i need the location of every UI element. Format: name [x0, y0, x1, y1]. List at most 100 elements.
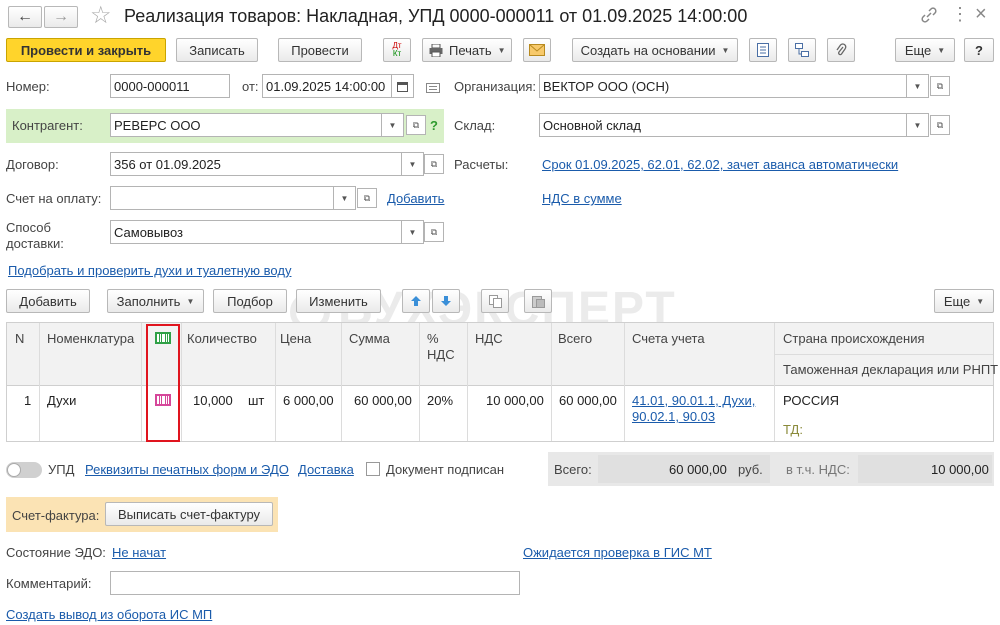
- contract-dropdown[interactable]: ▼: [402, 152, 424, 176]
- chevron-down-icon: ▼: [721, 45, 730, 55]
- signed-label: Документ подписан: [386, 462, 505, 477]
- col-header-n[interactable]: N: [15, 331, 24, 346]
- move-down-button[interactable]: [432, 289, 460, 313]
- forward-button[interactable]: →: [44, 6, 78, 28]
- move-up-button[interactable]: [402, 289, 430, 313]
- dt-kt-icon-bottom: Кт: [392, 49, 402, 58]
- contract-field[interactable]: 356 от 01.09.2025: [110, 152, 402, 176]
- row-total[interactable]: 60 000,00: [559, 393, 617, 408]
- col-header-total[interactable]: Всего: [558, 331, 592, 346]
- calendar-icon: [397, 81, 408, 92]
- col-header-country[interactable]: Страна происхождения: [783, 331, 925, 346]
- issue-invoice-button[interactable]: Выписать счет-фактуру: [105, 502, 273, 526]
- more-button[interactable]: Еще ▼: [895, 38, 955, 62]
- open-window-icon: ⧉: [936, 80, 944, 91]
- table-more-button[interactable]: Еще ▼: [934, 289, 994, 313]
- col-header-nomenclature[interactable]: Номенклатура: [47, 331, 134, 346]
- attach-button[interactable]: [827, 38, 855, 62]
- col-header-sum[interactable]: Сумма: [349, 331, 390, 346]
- link-icon[interactable]: [920, 6, 938, 24]
- counterparty-dropdown[interactable]: ▼: [382, 113, 404, 137]
- select-button[interactable]: Подбор: [213, 289, 287, 313]
- invoice-for-payment-dropdown[interactable]: ▼: [334, 186, 356, 210]
- post-button[interactable]: Провести: [278, 38, 362, 62]
- favorite-star-icon[interactable]: ☆: [90, 3, 112, 29]
- structure-button[interactable]: [788, 38, 816, 62]
- upd-label: УПД: [48, 462, 75, 477]
- row-quantity[interactable]: 10,000: [193, 393, 233, 408]
- perfume-check-link[interactable]: Подобрать и проверить духи и туалетную в…: [8, 263, 291, 278]
- delivery-method-open-button[interactable]: ⧉: [424, 222, 444, 242]
- col-header-quantity[interactable]: Количество: [187, 331, 257, 346]
- edo-state-link[interactable]: Не начат: [112, 545, 166, 560]
- col-header-accounts[interactable]: Счета учета: [632, 331, 705, 346]
- delivery-method-dropdown[interactable]: ▼: [402, 220, 424, 244]
- edo-state-label: Состояние ЭДО:: [6, 545, 106, 560]
- date-field[interactable]: 01.09.2025 14:00:00: [262, 74, 392, 98]
- row-nomenclature[interactable]: Духи: [47, 393, 76, 408]
- create-based-on-button[interactable]: Создать на основании ▼: [572, 38, 738, 62]
- contract-open-button[interactable]: ⧉: [424, 154, 444, 174]
- row-sum[interactable]: 60 000,00: [354, 393, 412, 408]
- warehouse-field[interactable]: Основной склад: [539, 113, 907, 137]
- date-label: от:: [242, 79, 259, 94]
- delivery-link[interactable]: Доставка: [298, 462, 354, 477]
- organization-open-button[interactable]: ⧉: [930, 76, 950, 96]
- create-output-link[interactable]: Создать вывод из оборота ИС МП: [6, 607, 212, 622]
- signed-checkbox[interactable]: [366, 462, 380, 476]
- counterparty-field[interactable]: РЕВЕРС ООО: [110, 113, 382, 137]
- row-accounts-link[interactable]: 41.01, 90.01.1, Духи, 90.02.1, 90.03: [632, 393, 755, 425]
- add-row-button[interactable]: Добавить: [6, 289, 90, 313]
- organization-field[interactable]: ВЕКТОР ООО (ОСН): [539, 74, 907, 98]
- counterparty-open-button[interactable]: ⧉: [406, 115, 426, 135]
- open-window-icon: ⧉: [430, 226, 438, 237]
- chevron-down-icon: ▼: [388, 120, 397, 130]
- invoice-for-payment-field[interactable]: [110, 186, 334, 210]
- counterparty-help-icon[interactable]: ?: [430, 118, 438, 133]
- fill-button[interactable]: Заполнить ▼: [107, 289, 204, 313]
- help-button[interactable]: ?: [964, 38, 994, 62]
- print-button[interactable]: Печать ▼: [422, 38, 512, 62]
- paste-rows-button[interactable]: [524, 289, 552, 313]
- vat-in-sum-link[interactable]: НДС в сумме: [542, 191, 622, 206]
- row-vat-rate[interactable]: 20%: [427, 393, 453, 408]
- comment-field[interactable]: [110, 571, 520, 595]
- col-header-price[interactable]: Цена: [280, 331, 311, 346]
- col-header-vat[interactable]: НДС: [475, 331, 503, 346]
- row-customs[interactable]: ТД:: [783, 422, 803, 437]
- back-button[interactable]: ←: [8, 6, 42, 28]
- print-forms-link[interactable]: Реквизиты печатных форм и ЭДО: [85, 462, 289, 477]
- chevron-down-icon: ▼: [408, 227, 417, 237]
- calendar-button[interactable]: [392, 74, 414, 98]
- upd-toggle[interactable]: [6, 462, 42, 478]
- warehouse-dropdown[interactable]: ▼: [907, 113, 929, 137]
- row-n: 1: [24, 393, 32, 408]
- row-unit: шт: [248, 393, 265, 408]
- settlements-link[interactable]: Срок 01.09.2025, 62.01, 62.02, зачет ава…: [542, 157, 898, 172]
- dt-kt-button[interactable]: Дт Кт: [383, 38, 411, 62]
- row-vat[interactable]: 10 000,00: [486, 393, 544, 408]
- organization-dropdown[interactable]: ▼: [907, 74, 929, 98]
- number-field[interactable]: 0000-000011: [110, 74, 230, 98]
- post-and-close-button[interactable]: Провести и закрыть: [6, 38, 166, 62]
- col-header-vat-rate[interactable]: % НДС: [427, 331, 455, 363]
- list-report-icon: [757, 43, 769, 57]
- col-header-customs[interactable]: Таможенная декларация или РНПТ: [783, 362, 998, 377]
- save-button[interactable]: Записать: [176, 38, 258, 62]
- open-window-icon: ⧉: [363, 192, 371, 203]
- more-menu-icon[interactable]: ⋮: [951, 2, 969, 26]
- invoice-for-payment-open-button[interactable]: ⧉: [357, 188, 377, 208]
- document-note-icon[interactable]: [426, 81, 440, 93]
- close-icon[interactable]: ×: [975, 2, 987, 26]
- delivery-method-field[interactable]: Самовывоз: [110, 220, 402, 244]
- copy-rows-button[interactable]: [481, 289, 509, 313]
- report-button[interactable]: [749, 38, 777, 62]
- row-country[interactable]: РОССИЯ: [783, 393, 839, 408]
- add-invoice-link[interactable]: Добавить: [387, 191, 444, 206]
- email-button[interactable]: [523, 38, 551, 62]
- warehouse-open-button[interactable]: ⧉: [930, 115, 950, 135]
- row-price[interactable]: 6 000,00: [283, 393, 334, 408]
- gis-mt-check-link[interactable]: Ожидается проверка в ГИС МТ: [523, 545, 712, 560]
- vat-included-value: 10 000,00: [931, 462, 989, 477]
- change-button[interactable]: Изменить: [296, 289, 381, 313]
